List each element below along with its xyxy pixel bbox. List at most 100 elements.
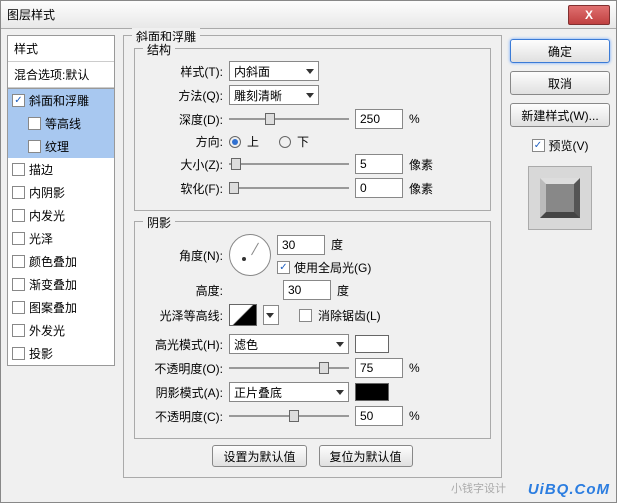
effect-item[interactable]: 颜色叠加 [8, 250, 114, 273]
soften-input[interactable]: 0 [355, 178, 403, 198]
effect-label: 内发光 [29, 207, 65, 224]
style-dropdown[interactable]: 内斜面 [229, 61, 319, 81]
highlight-opacity-label: 不透明度(O): [145, 360, 223, 377]
effect-item[interactable]: 斜面和浮雕 [8, 89, 114, 112]
styles-header[interactable]: 样式 [8, 36, 114, 62]
shadow-color-swatch[interactable] [355, 383, 389, 401]
global-light-checkbox[interactable] [277, 261, 290, 274]
effect-item[interactable]: 外发光 [8, 319, 114, 342]
effect-label: 颜色叠加 [29, 253, 77, 270]
angle-label: 角度(N): [145, 247, 223, 264]
layer-style-dialog: 图层样式 X 样式 混合选项:默认 斜面和浮雕等高线纹理描边内阴影内发光光泽颜色… [0, 0, 617, 503]
settings-panel: 斜面和浮雕 结构 样式(T): 内斜面 方法(Q): 雕刻清晰 深度(D): [123, 35, 502, 496]
effect-label: 投影 [29, 345, 53, 362]
effect-checkbox[interactable] [12, 278, 25, 291]
effect-checkbox[interactable] [12, 94, 25, 107]
altitude-unit: 度 [337, 282, 349, 299]
angle-input[interactable]: 30 [277, 235, 325, 255]
dialog-title: 图层样式 [7, 6, 568, 23]
highlight-mode-label: 高光模式(H): [145, 336, 223, 353]
shadow-opacity-label: 不透明度(C): [145, 408, 223, 425]
effect-checkbox[interactable] [12, 324, 25, 337]
antialias-label: 消除锯齿(L) [318, 307, 381, 324]
effect-item[interactable]: 内阴影 [8, 181, 114, 204]
shading-fieldset: 阴影 角度(N): 30 度 使用全局光(G) [134, 221, 491, 439]
direction-down-label: 下 [297, 133, 309, 150]
ok-button[interactable]: 确定 [510, 39, 610, 63]
effect-label: 等高线 [45, 115, 81, 132]
structure-fieldset: 结构 样式(T): 内斜面 方法(Q): 雕刻清晰 深度(D): 250 % [134, 48, 491, 211]
effect-checkbox[interactable] [12, 186, 25, 199]
shadow-opacity-input[interactable]: 50 [355, 406, 403, 426]
global-light-label: 使用全局光(G) [294, 259, 371, 276]
styles-header-box: 样式 混合选项:默认 [7, 35, 115, 88]
effect-checkbox[interactable] [12, 232, 25, 245]
shadow-opacity-slider[interactable] [229, 407, 349, 425]
effect-item[interactable]: 光泽 [8, 227, 114, 250]
direction-up-radio[interactable] [229, 136, 241, 148]
shading-title: 阴影 [143, 214, 175, 231]
highlight-color-swatch[interactable] [355, 335, 389, 353]
technique-label: 方法(Q): [145, 87, 223, 104]
depth-slider[interactable] [229, 110, 349, 128]
effect-checkbox[interactable] [12, 209, 25, 222]
effect-checkbox[interactable] [12, 255, 25, 268]
size-input[interactable]: 5 [355, 154, 403, 174]
antialias-checkbox[interactable] [299, 309, 312, 322]
effect-checkbox[interactable] [28, 117, 41, 130]
effect-item[interactable]: 投影 [8, 342, 114, 365]
shadow-mode-label: 阴影模式(A): [145, 384, 223, 401]
effect-checkbox[interactable] [12, 301, 25, 314]
highlight-opacity-slider[interactable] [229, 359, 349, 377]
soften-unit: 像素 [409, 180, 439, 197]
new-style-button[interactable]: 新建样式(W)... [510, 103, 610, 127]
titlebar[interactable]: 图层样式 X [1, 1, 616, 29]
effect-item[interactable]: 图案叠加 [8, 296, 114, 319]
altitude-input[interactable]: 30 [283, 280, 331, 300]
effects-list: 斜面和浮雕等高线纹理描边内阴影内发光光泽颜色叠加渐变叠加图案叠加外发光投影 [7, 88, 115, 366]
size-label: 大小(Z): [145, 156, 223, 173]
technique-dropdown[interactable]: 雕刻清晰 [229, 85, 319, 105]
highlight-opacity-input[interactable]: 75 [355, 358, 403, 378]
preview-bevel-icon [540, 178, 580, 218]
direction-up-label: 上 [247, 133, 259, 150]
size-slider[interactable] [229, 155, 349, 173]
effect-label: 外发光 [29, 322, 65, 339]
soften-label: 软化(F): [145, 180, 223, 197]
structure-title: 结构 [143, 41, 175, 58]
watermark: UiBQ.CoM [528, 481, 610, 498]
direction-down-radio[interactable] [279, 136, 291, 148]
close-button[interactable]: X [568, 5, 610, 25]
cancel-button[interactable]: 取消 [510, 71, 610, 95]
effect-item[interactable]: 描边 [8, 158, 114, 181]
blend-options-default[interactable]: 混合选项:默认 [8, 62, 114, 88]
angle-dial[interactable] [229, 234, 271, 276]
action-panel: 确定 取消 新建样式(W)... 预览(V) [510, 35, 610, 496]
watermark-secondary: 小钱字设计 [451, 480, 506, 496]
reset-default-button[interactable]: 复位为默认值 [319, 445, 413, 467]
set-default-button[interactable]: 设置为默认值 [212, 445, 306, 467]
effect-label: 描边 [29, 161, 53, 178]
shadow-opacity-unit: % [409, 409, 439, 423]
dialog-content: 样式 混合选项:默认 斜面和浮雕等高线纹理描边内阴影内发光光泽颜色叠加渐变叠加图… [1, 29, 616, 502]
effect-checkbox[interactable] [12, 163, 25, 176]
gloss-contour-dropdown[interactable] [263, 305, 279, 325]
depth-input[interactable]: 250 [355, 109, 403, 129]
direction-label: 方向: [145, 133, 223, 150]
effect-checkbox[interactable] [12, 347, 25, 360]
highlight-mode-dropdown[interactable]: 滤色 [229, 334, 349, 354]
gloss-contour-picker[interactable] [229, 304, 257, 326]
effect-label: 渐变叠加 [29, 276, 77, 293]
soften-slider[interactable] [229, 179, 349, 197]
preview-checkbox[interactable] [532, 139, 545, 152]
angle-unit: 度 [331, 236, 343, 253]
effect-item[interactable]: 内发光 [8, 204, 114, 227]
effect-item[interactable]: 渐变叠加 [8, 273, 114, 296]
preview-label: 预览(V) [549, 137, 589, 154]
effect-item[interactable]: 等高线 [8, 112, 114, 135]
effect-item[interactable]: 纹理 [8, 135, 114, 158]
effect-label: 内阴影 [29, 184, 65, 201]
bevel-emboss-fieldset: 斜面和浮雕 结构 样式(T): 内斜面 方法(Q): 雕刻清晰 深度(D): [123, 35, 502, 478]
shadow-mode-dropdown[interactable]: 正片叠底 [229, 382, 349, 402]
effect-checkbox[interactable] [28, 140, 41, 153]
